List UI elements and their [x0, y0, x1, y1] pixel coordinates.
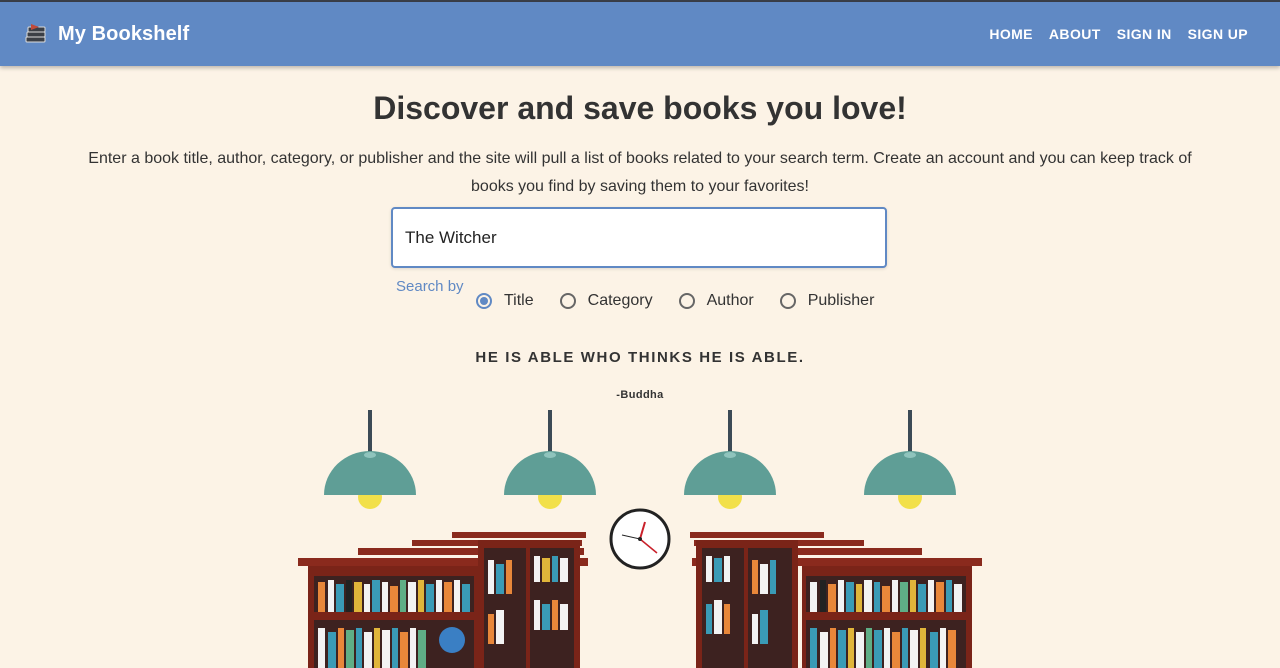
- radio-title[interactable]: Title: [474, 292, 534, 310]
- nav-sign-in[interactable]: SIGN IN: [1109, 18, 1180, 50]
- nav-sign-up[interactable]: SIGN UP: [1180, 18, 1256, 50]
- intro-text: Enter a book title, author, category, or…: [88, 150, 1192, 195]
- radio-publisher-label: Publisher: [807, 292, 875, 309]
- search-type-radio-group: Title Category Author Publisher: [474, 292, 898, 310]
- brand-link[interactable]: My Bookshelf: [24, 22, 189, 46]
- radio-checked-icon[interactable]: [476, 293, 492, 309]
- quote-text: HE IS ABLE WHO THINKS HE IS ABLE.: [475, 349, 805, 366]
- ceiling-lamp-icon: [324, 410, 416, 509]
- search-input[interactable]: [393, 209, 885, 266]
- radio-category[interactable]: Category: [558, 292, 653, 310]
- radio-title-label: Title: [504, 292, 534, 309]
- radio-author[interactable]: Author: [677, 292, 754, 310]
- app-title: My Bookshelf: [58, 22, 190, 45]
- radio-unchecked-icon[interactable]: [559, 293, 576, 309]
- ceiling-lamp-icon: [504, 410, 596, 509]
- bookshelf-left: [298, 532, 588, 668]
- ceiling-lamp-icon: [864, 410, 956, 509]
- bookshelf-right: [690, 532, 982, 668]
- radio-unchecked-icon[interactable]: [779, 293, 796, 309]
- search-by-label: Search by: [396, 278, 464, 295]
- page-headline: Discover and save books you love!: [373, 90, 907, 126]
- search-field[interactable]: [391, 207, 887, 268]
- app-bar: My Bookshelf HOME ABOUT SIGN IN SIGN UP: [0, 2, 1280, 66]
- main-nav: HOME ABOUT SIGN IN SIGN UP: [981, 18, 1256, 50]
- nav-about[interactable]: ABOUT: [1041, 18, 1109, 50]
- radio-category-label: Category: [587, 292, 653, 309]
- books-stack-icon: [25, 24, 46, 43]
- radio-publisher[interactable]: Publisher: [778, 292, 875, 310]
- radio-unchecked-icon[interactable]: [678, 293, 695, 309]
- ceiling-lamp-icon: [684, 410, 776, 509]
- wall-clock-icon: [609, 508, 671, 570]
- library-illustration: [298, 410, 982, 668]
- radio-author-label: Author: [706, 292, 754, 309]
- nav-home[interactable]: HOME: [981, 18, 1041, 50]
